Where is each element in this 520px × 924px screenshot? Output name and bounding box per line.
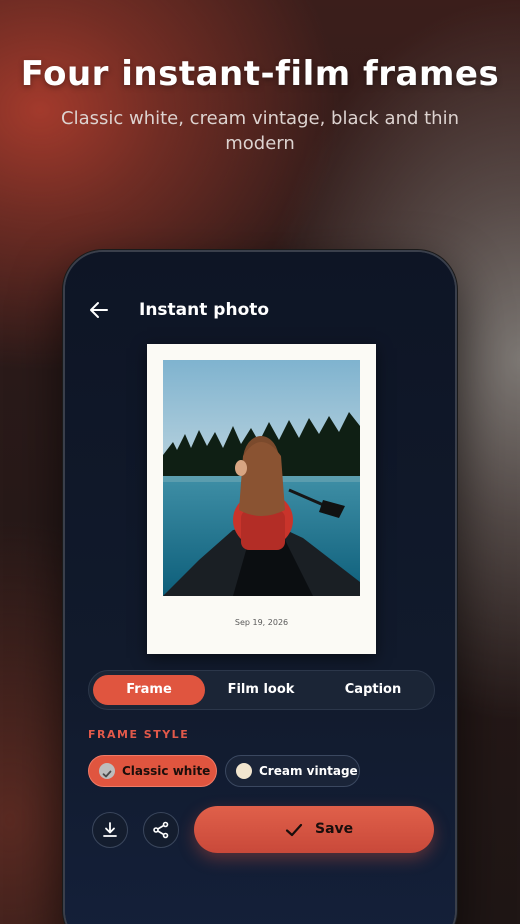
save-button[interactable]: Save (194, 806, 434, 853)
polaroid-preview: Sep 19, 2026 (147, 344, 376, 654)
chip-classic-white[interactable]: Classic white (88, 755, 217, 787)
app-screen: Instant photo Sep 19, 2026 Frame Film lo… (65, 252, 455, 924)
tab-frame[interactable]: Frame (93, 675, 205, 705)
frame-style-label: FRAME STYLE (88, 728, 190, 741)
chip-cream-vintage[interactable]: Cream vintage (225, 755, 360, 787)
tab-caption[interactable]: Caption (317, 675, 429, 705)
back-button[interactable] (87, 298, 111, 322)
chip-label: Cream vintage (259, 764, 358, 778)
share-icon (153, 821, 169, 839)
save-button-label: Save (315, 821, 354, 837)
share-button[interactable] (143, 812, 179, 848)
download-icon (103, 822, 117, 837)
editor-tabs: Frame Film look Caption (88, 670, 435, 710)
photo-image (163, 360, 360, 596)
arrow-left-icon (90, 302, 108, 318)
cream-swatch-icon (236, 763, 252, 779)
chip-label: Classic white (122, 764, 211, 778)
promo-subline: Classic white, cream vintage, black and … (61, 108, 459, 154)
phone-frame: Instant photo Sep 19, 2026 Frame Film lo… (63, 250, 457, 924)
check-icon (285, 823, 303, 837)
download-button[interactable] (92, 812, 128, 848)
promo-headline: Four instant-film frames (20, 54, 500, 94)
tab-film-look[interactable]: Film look (205, 675, 317, 705)
photo-date-caption: Sep 19, 2026 (234, 618, 289, 627)
check-swatch-icon (99, 763, 115, 779)
screen-title: Instant photo (139, 300, 270, 320)
